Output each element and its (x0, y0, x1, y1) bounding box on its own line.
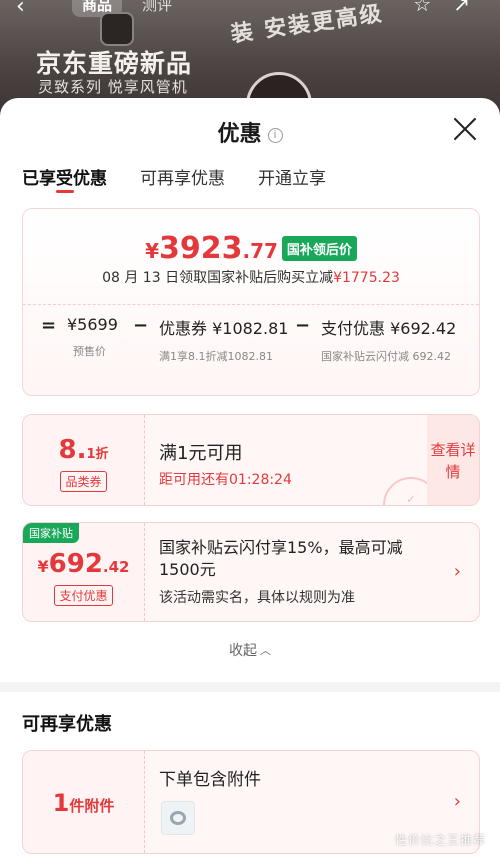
banner-subtitle: 灵致系列 悦享风管机 (38, 78, 188, 96)
final-price-integer: 3923 (158, 231, 243, 266)
coupon-countdown: 距可用还有01:28:24 (159, 472, 292, 488)
presale-price-value: ¥5699 (67, 315, 118, 334)
tab-more-available[interactable]: 可再享优惠 (140, 164, 225, 189)
coupon-type: 品类券 (23, 471, 144, 492)
section-separator (0, 682, 500, 692)
category-coupon[interactable]: 8.1折 品类券 满1元可用 距可用还有01:28:24 ✓ 查看详情 (22, 414, 480, 506)
payment-discount-value: 支付优惠 ¥692.42 (321, 319, 457, 338)
coupon-type-tag: 支付优惠 (54, 585, 113, 606)
coupon-note: 该活动需实名，具体以规则为准 (159, 590, 355, 606)
price-summary-card: ¥3923.77 国补领后价 08 月 13 日领取国家补贴后购买立减¥1775.… (22, 208, 480, 396)
watermark: 性价比之王推荐 (394, 833, 486, 847)
payment-discount-coupon[interactable]: 国家补贴 ¥692.42 支付优惠 国家补贴云闪付享15%，最高可减1500元 … (22, 522, 480, 622)
minus-operator: − (133, 315, 149, 336)
minus-operator: − (295, 315, 311, 336)
chevron-right-icon[interactable]: › (454, 791, 461, 812)
currency-symbol: ¥ (37, 557, 49, 576)
presale-price-label: 预售价 (73, 345, 106, 358)
coupon-info: 满1元可用 距可用还有01:28:24 ✓ 查看详情 (145, 415, 479, 505)
coupon-type: 支付优惠 (23, 585, 144, 606)
view-details-button[interactable]: 查看详情 (427, 415, 479, 505)
sheet-title-text: 优惠 (217, 122, 262, 147)
coupon-description: 国家补贴云闪付享15%，最高可减1500元 (159, 538, 403, 579)
equals-operator: = (41, 315, 57, 336)
collapse-label: 收起 (229, 643, 257, 659)
subsidy-price-badge: 国补领后价 (281, 236, 357, 261)
payment-discount-amount: ¥692.42 (23, 549, 144, 579)
payment-discount: 支付优惠 ¥692.42 国家补贴云闪付减 692.42 (321, 315, 471, 365)
close-icon[interactable] (452, 116, 478, 142)
info-icon[interactable]: i (267, 128, 283, 143)
coupon-condition: 满1元可用 (159, 443, 243, 464)
sheet-title: 优惠 i (0, 116, 500, 148)
back-icon[interactable]: ‹ (16, 0, 42, 20)
final-price: ¥3923.77 (145, 231, 278, 266)
divider (23, 304, 479, 305)
accessory-count-unit: 件附件 (69, 797, 115, 815)
final-price-row: ¥3923.77 国补领后价 (23, 231, 479, 266)
offer-value-panel: 1件附件 (23, 751, 145, 853)
desc-amount: ¥1775.23 (333, 270, 400, 286)
coupon-discount-value: 优惠券 ¥1082.81 (159, 319, 289, 338)
presale-price: ¥5699 预售价 (67, 315, 118, 360)
discount-tabs: 已享受优惠 可再享优惠 开通立享 (0, 160, 500, 208)
tab-enjoyed[interactable]: 已享受优惠 (22, 164, 107, 189)
discount-number: 8. (58, 435, 87, 465)
currency-symbol: ¥ (145, 239, 159, 263)
discount-sheet: 优惠 i 已享受优惠 可再享优惠 开通立享 ¥3923.77 国补领后价 08 月 … (0, 98, 500, 860)
amount-integer: 692 (48, 549, 103, 579)
coupon-value-panel: 国家补贴 ¥692.42 支付优惠 (23, 523, 145, 621)
tab-review[interactable]: 测评 (132, 0, 182, 17)
star-icon[interactable]: ☆ (413, 0, 431, 16)
price-breakdown: = ¥5699 预售价 − 优惠券 ¥1082.81 满1享8.1折减1082.… (23, 315, 479, 385)
brand-logo-icon (100, 12, 134, 46)
discount-unit: 1折 (86, 447, 109, 462)
active-tab-indicator (56, 190, 74, 193)
final-price-decimal: .77 (242, 239, 278, 263)
national-subsidy-badge: 国家补贴 (23, 523, 79, 543)
accessory-count-number: 1 (52, 789, 70, 817)
collapse-button[interactable]: 收起 ︿ (0, 640, 500, 660)
coupon-value-panel: 8.1折 品类券 (23, 415, 145, 505)
sheet-header: 优惠 i (0, 98, 500, 160)
amount-decimal: .42 (102, 558, 130, 576)
coupon-type-tag: 品类券 (60, 471, 107, 492)
share-icon[interactable]: ↗ (453, 0, 470, 16)
tab-activate[interactable]: 开通立享 (258, 164, 326, 189)
header-actions: ☆ ↗ (391, 0, 470, 16)
coupon-info: 国家补贴云闪付享15%，最高可减1500元 该活动需实名，具体以规则为准 › (145, 523, 479, 621)
accessory-count: 1件附件 (23, 789, 144, 817)
coupon-discount-label: 满1享8.1折减1082.81 (159, 350, 273, 363)
chevron-right-icon[interactable]: › (454, 561, 461, 582)
banner-slogan: 装 安装更高级 (229, 1, 386, 48)
chevron-up-icon: ︿ (260, 644, 271, 657)
coupon-discount: 优惠券 ¥1082.81 满1享8.1折减1082.81 (159, 315, 288, 365)
accessory-thumbnail-icon[interactable] (161, 801, 195, 835)
offer-description: 下单包含附件 (159, 770, 261, 790)
section-title-more-discounts: 可再享优惠 (22, 714, 112, 735)
final-price-description: 08 月 13 日领取国家补贴后购买立减¥1775.23 (23, 267, 479, 287)
banner-title: 京东重磅新品 (36, 49, 193, 78)
coupon-discount-rate: 8.1折 (23, 435, 144, 465)
payment-discount-label: 国家补贴云闪付减 692.42 (321, 350, 451, 363)
desc-prefix: 08 月 13 日领取国家补贴后购买立减 (102, 270, 334, 286)
